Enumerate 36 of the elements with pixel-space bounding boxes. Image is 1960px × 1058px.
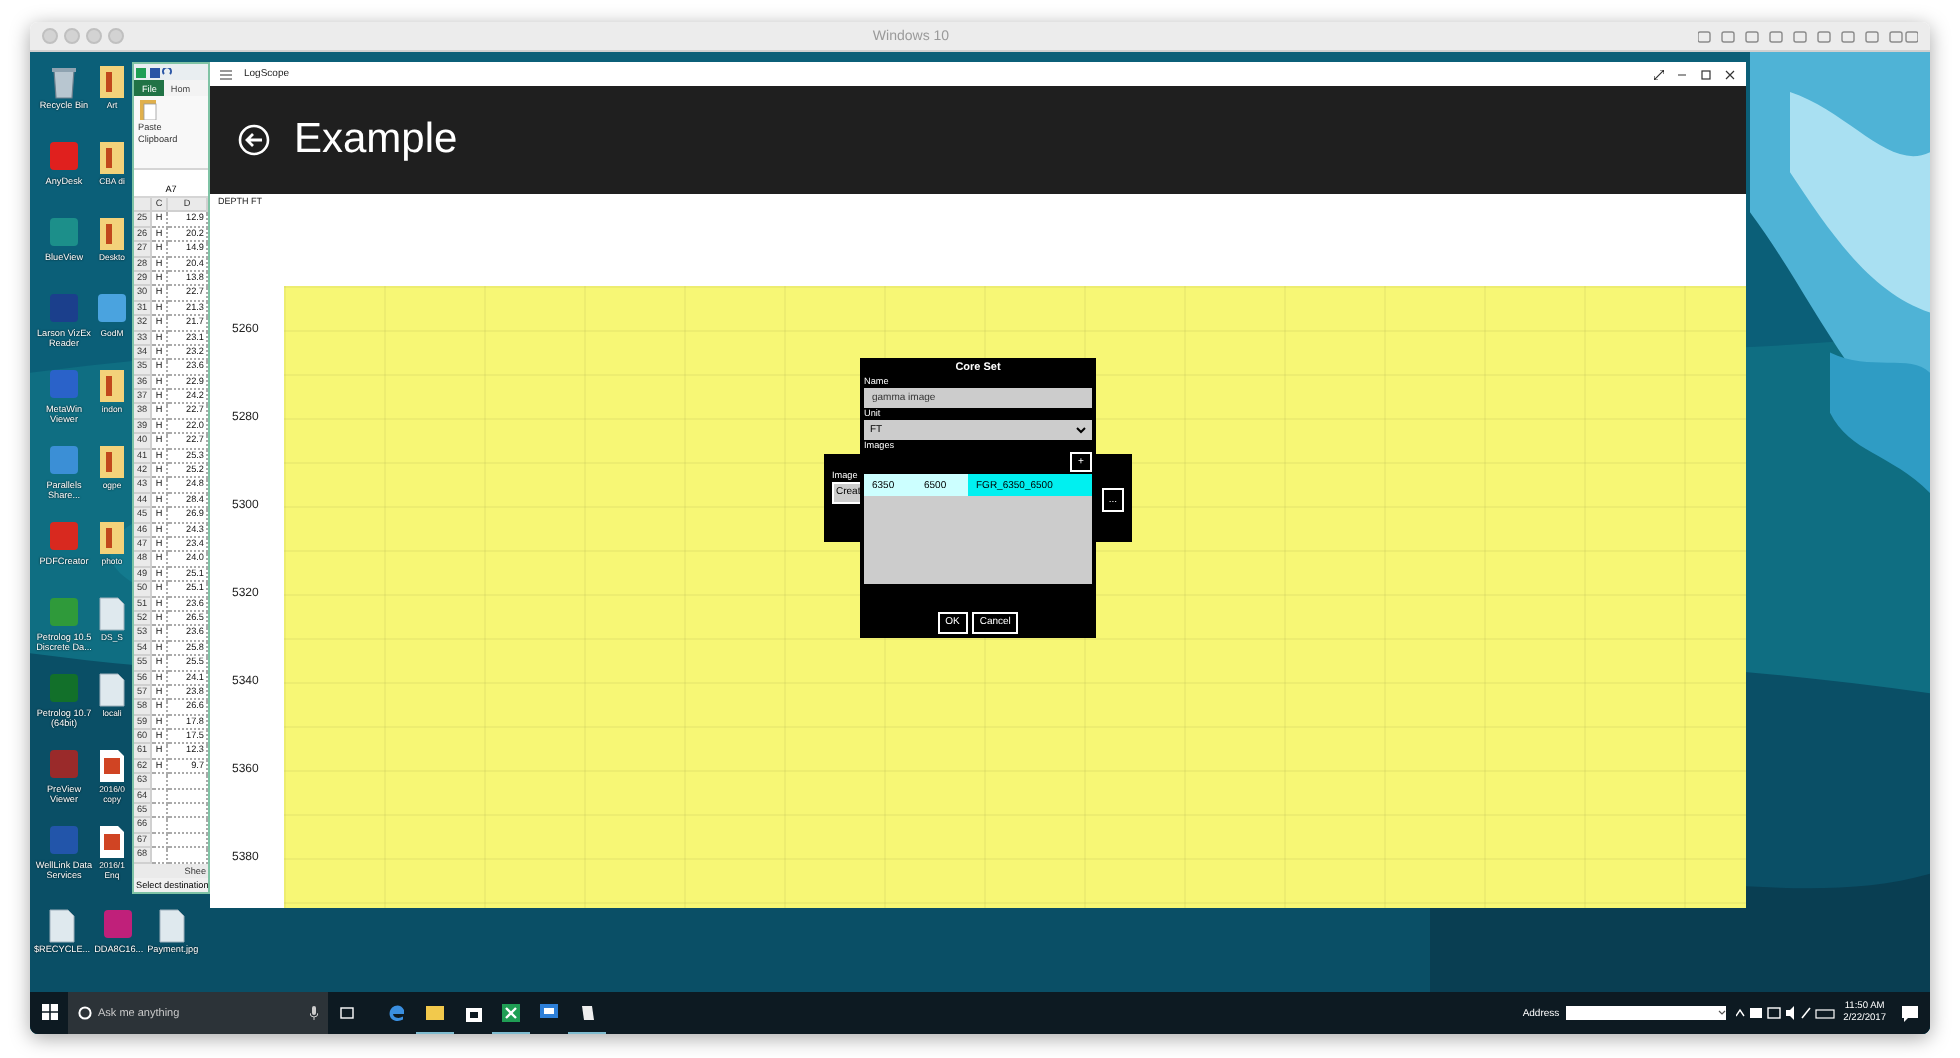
pdf-file-icon[interactable] [98, 748, 126, 784]
close-icon[interactable] [1724, 69, 1736, 79]
notification-icon[interactable] [1902, 1005, 1918, 1021]
file-icon[interactable] [98, 672, 126, 708]
fullscreen-icon[interactable] [1654, 69, 1664, 79]
tray-icons-drawing[interactable] [1735, 1006, 1836, 1020]
e-logo-icon[interactable] [388, 1003, 406, 1021]
file-icon[interactable] [158, 908, 187, 944]
quick-access-icons-drawing[interactable] [136, 67, 176, 77]
corner-cell [134, 198, 152, 213]
file-icon[interactable] [48, 908, 77, 944]
folder-icon[interactable] [426, 1004, 444, 1020]
folder-icon[interactable] [98, 216, 126, 252]
shopping-bag-icon[interactable] [465, 1003, 481, 1021]
pdf-file-icon[interactable] [98, 824, 126, 860]
address-field[interactable] [1565, 1006, 1726, 1020]
cortana-circle-icon [78, 1006, 92, 1020]
minimize-icon[interactable] [1676, 69, 1688, 79]
windows-logo-icon[interactable] [41, 1004, 57, 1020]
app-icon[interactable] [96, 292, 128, 328]
file-icon[interactable] [98, 596, 126, 632]
app-window-icon[interactable] [579, 1003, 595, 1021]
spreadsheet-icon[interactable] [502, 1003, 520, 1021]
chevron-down-icon [1076, 426, 1086, 434]
monitor-icon[interactable] [540, 1004, 558, 1020]
maximize-icon[interactable] [1700, 69, 1712, 79]
toolbar-icons-drawing[interactable] [1698, 29, 1918, 43]
microphone-icon[interactable] [310, 1006, 318, 1020]
chevron-down-icon [1717, 1010, 1726, 1016]
clipboard-icon[interactable] [138, 98, 158, 120]
menu-icon[interactable] [220, 69, 232, 79]
page-title: Example [294, 116, 458, 164]
recycle-bin-icon[interactable] [50, 64, 78, 100]
folder-icon[interactable] [98, 140, 126, 176]
folder-icon[interactable] [98, 64, 126, 100]
task-view-icon[interactable] [338, 1005, 356, 1019]
